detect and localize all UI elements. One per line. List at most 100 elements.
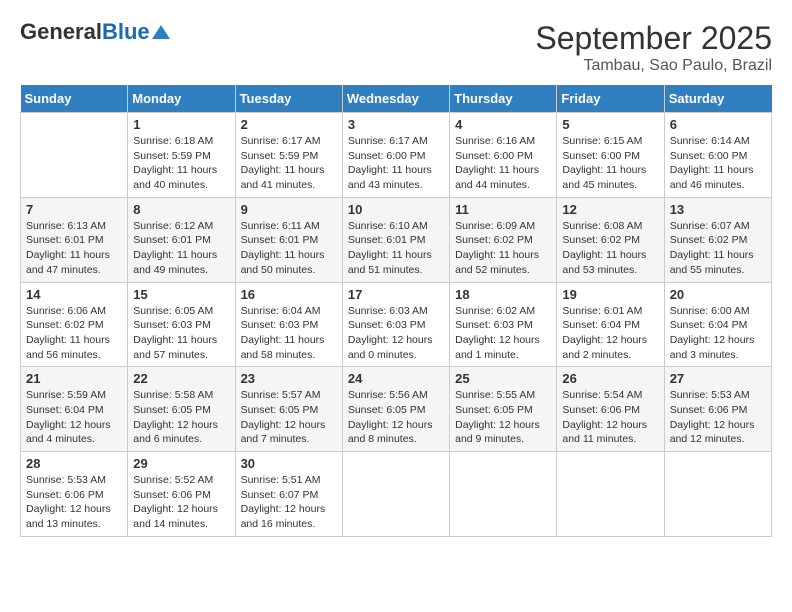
day-info: Sunrise: 6:08 AMSunset: 6:02 PMDaylight:… [562, 219, 658, 278]
day-info: Sunrise: 5:55 AMSunset: 6:05 PMDaylight:… [455, 388, 551, 447]
day-number: 1 [133, 117, 229, 132]
day-info: Sunrise: 6:12 AMSunset: 6:01 PMDaylight:… [133, 219, 229, 278]
day-info: Sunrise: 6:06 AMSunset: 6:02 PMDaylight:… [26, 304, 122, 363]
calendar-cell: 22Sunrise: 5:58 AMSunset: 6:05 PMDayligh… [128, 367, 235, 452]
day-info: Sunrise: 6:11 AMSunset: 6:01 PMDaylight:… [241, 219, 337, 278]
day-info: Sunrise: 5:53 AMSunset: 6:06 PMDaylight:… [26, 473, 122, 532]
calendar-cell: 3 Sunrise: 6:17 AMSunset: 6:00 PMDaylight… [342, 113, 449, 198]
day-info: Sunrise: 5:57 AMSunset: 6:05 PMDaylight:… [241, 388, 337, 447]
calendar-cell [557, 452, 664, 537]
day-number: 16 [241, 287, 337, 302]
day-number: 13 [670, 202, 766, 217]
calendar-cell: 10 Sunrise: 6:10 AMSunset: 6:01 PMDayligh… [342, 197, 449, 282]
calendar-cell: 17 Sunrise: 6:03 AMSunset: 6:03 PMDayligh… [342, 282, 449, 367]
calendar-cell [664, 452, 771, 537]
day-number: 21 [26, 371, 122, 386]
day-info: Sunrise: 6:09 AMSunset: 6:02 PMDaylight:… [455, 219, 551, 278]
calendar-week-row: 14 Sunrise: 6:06 AMSunset: 6:02 PMDayligh… [21, 282, 772, 367]
day-number: 6 [670, 117, 766, 132]
day-number: 17 [348, 287, 444, 302]
calendar-cell [450, 452, 557, 537]
day-number: 8 [133, 202, 229, 217]
calendar-week-row: 21 Sunrise: 5:59 AMSunset: 6:04 PMDayligh… [21, 367, 772, 452]
calendar-cell: 28Sunrise: 5:53 AMSunset: 6:06 PMDayligh… [21, 452, 128, 537]
calendar-cell: 14 Sunrise: 6:06 AMSunset: 6:02 PMDayligh… [21, 282, 128, 367]
day-info: Sunrise: 6:04 AMSunset: 6:03 PMDaylight:… [241, 304, 337, 363]
day-info: Sunrise: 6:14 AMSunset: 6:00 PMDaylight:… [670, 134, 766, 193]
calendar-cell: 4 Sunrise: 6:16 AMSunset: 6:00 PMDaylight… [450, 113, 557, 198]
day-number: 5 [562, 117, 658, 132]
calendar-cell: 24 Sunrise: 5:56 AMSunset: 6:05 PMDayligh… [342, 367, 449, 452]
day-number: 30 [241, 456, 337, 471]
calendar-table: SundayMondayTuesdayWednesdayThursdayFrid… [20, 85, 772, 537]
calendar-cell: 19Sunrise: 6:01 AMSunset: 6:04 PMDayligh… [557, 282, 664, 367]
calendar-cell [342, 452, 449, 537]
day-info: Sunrise: 5:52 AMSunset: 6:06 PMDaylight:… [133, 473, 229, 532]
day-number: 7 [26, 202, 122, 217]
calendar-cell: 21 Sunrise: 5:59 AMSunset: 6:04 PMDayligh… [21, 367, 128, 452]
weekday-header-sunday: Sunday [21, 85, 128, 113]
day-info: Sunrise: 5:53 AMSunset: 6:06 PMDaylight:… [670, 388, 766, 447]
calendar-cell: 7 Sunrise: 6:13 AMSunset: 6:01 PMDaylight… [21, 197, 128, 282]
day-info: Sunrise: 6:17 AMSunset: 6:00 PMDaylight:… [348, 134, 444, 193]
calendar-cell: 11 Sunrise: 6:09 AMSunset: 6:02 PMDayligh… [450, 197, 557, 282]
weekday-header-row: SundayMondayTuesdayWednesdayThursdayFrid… [21, 85, 772, 113]
calendar-cell: 29 Sunrise: 5:52 AMSunset: 6:06 PMDayligh… [128, 452, 235, 537]
calendar-cell: 8 Sunrise: 6:12 AMSunset: 6:01 PMDaylight… [128, 197, 235, 282]
calendar-cell: 27 Sunrise: 5:53 AMSunset: 6:06 PMDayligh… [664, 367, 771, 452]
day-info: Sunrise: 6:00 AMSunset: 6:04 PMDaylight:… [670, 304, 766, 363]
month-title: September 2025 [535, 20, 772, 57]
day-info: Sunrise: 5:59 AMSunset: 6:04 PMDaylight:… [26, 388, 122, 447]
logo-icon [152, 25, 170, 39]
day-info: Sunrise: 6:13 AMSunset: 6:01 PMDaylight:… [26, 219, 122, 278]
calendar-cell: 2Sunrise: 6:17 AMSunset: 5:59 PMDaylight… [235, 113, 342, 198]
day-number: 26 [562, 371, 658, 386]
day-number: 9 [241, 202, 337, 217]
day-info: Sunrise: 6:18 AMSunset: 5:59 PMDaylight:… [133, 134, 229, 193]
day-info: Sunrise: 6:16 AMSunset: 6:00 PMDaylight:… [455, 134, 551, 193]
page-header: GeneralBlue September 2025 Tambau, Sao P… [20, 20, 772, 75]
day-number: 20 [670, 287, 766, 302]
day-info: Sunrise: 6:02 AMSunset: 6:03 PMDaylight:… [455, 304, 551, 363]
day-number: 3 [348, 117, 444, 132]
calendar-cell: 25 Sunrise: 5:55 AMSunset: 6:05 PMDayligh… [450, 367, 557, 452]
day-info: Sunrise: 6:15 AMSunset: 6:00 PMDaylight:… [562, 134, 658, 193]
day-number: 18 [455, 287, 551, 302]
calendar-cell: 23Sunrise: 5:57 AMSunset: 6:05 PMDayligh… [235, 367, 342, 452]
calendar-cell [21, 113, 128, 198]
day-number: 12 [562, 202, 658, 217]
day-number: 29 [133, 456, 229, 471]
day-number: 24 [348, 371, 444, 386]
calendar-week-row: 28Sunrise: 5:53 AMSunset: 6:06 PMDayligh… [21, 452, 772, 537]
calendar-cell: 13 Sunrise: 6:07 AMSunset: 6:02 PMDayligh… [664, 197, 771, 282]
day-number: 25 [455, 371, 551, 386]
calendar-cell: 15Sunrise: 6:05 AMSunset: 6:03 PMDayligh… [128, 282, 235, 367]
title-block: September 2025 Tambau, Sao Paulo, Brazil [535, 20, 772, 75]
calendar-cell: 30Sunrise: 5:51 AMSunset: 6:07 PMDayligh… [235, 452, 342, 537]
day-number: 14 [26, 287, 122, 302]
weekday-header-tuesday: Tuesday [235, 85, 342, 113]
calendar-week-row: 7 Sunrise: 6:13 AMSunset: 6:01 PMDaylight… [21, 197, 772, 282]
day-info: Sunrise: 5:58 AMSunset: 6:05 PMDaylight:… [133, 388, 229, 447]
day-number: 27 [670, 371, 766, 386]
calendar-cell: 6 Sunrise: 6:14 AMSunset: 6:00 PMDaylight… [664, 113, 771, 198]
day-info: Sunrise: 6:17 AMSunset: 5:59 PMDaylight:… [241, 134, 337, 193]
day-info: Sunrise: 5:54 AMSunset: 6:06 PMDaylight:… [562, 388, 658, 447]
calendar-cell: 9 Sunrise: 6:11 AMSunset: 6:01 PMDaylight… [235, 197, 342, 282]
day-info: Sunrise: 6:03 AMSunset: 6:03 PMDaylight:… [348, 304, 444, 363]
calendar-cell: 12 Sunrise: 6:08 AMSunset: 6:02 PMDayligh… [557, 197, 664, 282]
day-number: 4 [455, 117, 551, 132]
location-title: Tambau, Sao Paulo, Brazil [535, 57, 772, 75]
day-number: 10 [348, 202, 444, 217]
day-number: 11 [455, 202, 551, 217]
logo-general: GeneralBlue [20, 20, 150, 44]
day-number: 15 [133, 287, 229, 302]
weekday-header-monday: Monday [128, 85, 235, 113]
calendar-cell: 16 Sunrise: 6:04 AMSunset: 6:03 PMDayligh… [235, 282, 342, 367]
weekday-header-saturday: Saturday [664, 85, 771, 113]
day-info: Sunrise: 5:56 AMSunset: 6:05 PMDaylight:… [348, 388, 444, 447]
day-info: Sunrise: 6:10 AMSunset: 6:01 PMDaylight:… [348, 219, 444, 278]
day-info: Sunrise: 6:01 AMSunset: 6:04 PMDaylight:… [562, 304, 658, 363]
day-info: Sunrise: 6:07 AMSunset: 6:02 PMDaylight:… [670, 219, 766, 278]
weekday-header-friday: Friday [557, 85, 664, 113]
